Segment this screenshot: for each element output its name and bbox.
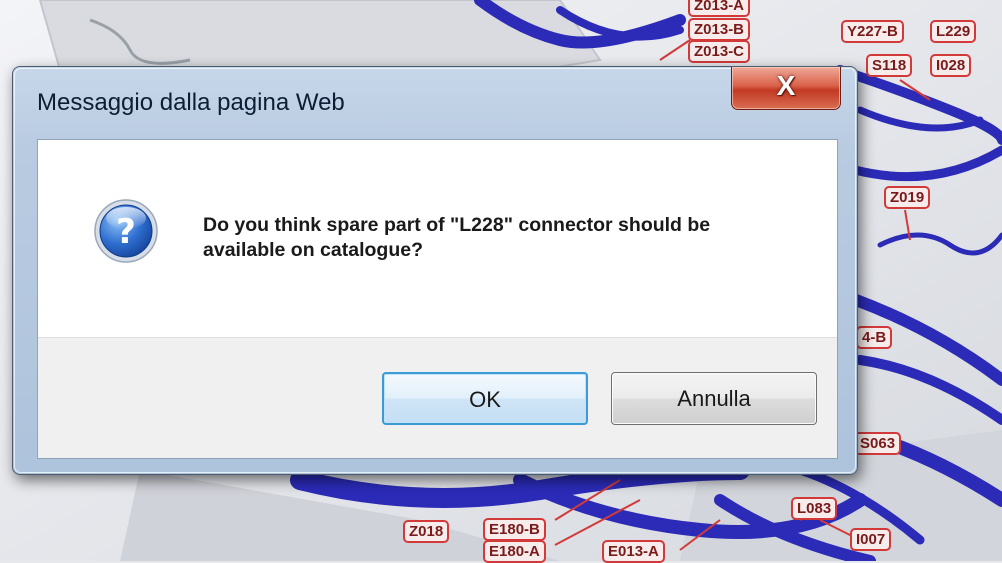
harness-label: Z018	[403, 520, 450, 543]
harness-label: E180-A	[483, 540, 546, 563]
harness-label: E013-A	[602, 540, 665, 563]
harness-label: S063	[854, 432, 902, 455]
svg-text:?: ?	[116, 212, 136, 252]
harness-label: Z013-B	[688, 18, 751, 41]
dialog-content: ? Do you think spare part of "L228" conn…	[38, 140, 837, 337]
harness-label: E180-B	[483, 518, 546, 541]
harness-label: L229	[930, 20, 977, 43]
question-icon: ?	[94, 199, 158, 263]
dialog-client-area: ? Do you think spare part of "L228" conn…	[37, 139, 838, 459]
dialog-title: Messaggio dalla pagina Web	[37, 89, 345, 116]
message-dialog: Messaggio dalla pagina Web X ? Do you th…	[12, 66, 858, 475]
message-line-2: available on catalogue?	[203, 239, 423, 261]
harness-label: Z019	[884, 186, 931, 209]
harness-label: Z013-C	[688, 40, 751, 63]
cancel-button[interactable]: Annulla	[611, 372, 817, 425]
ok-button[interactable]: OK	[382, 372, 588, 425]
dialog-button-bar: OK Annulla	[38, 337, 837, 458]
message-line-1: Do you think spare part of "L228" connec…	[203, 214, 711, 236]
close-button[interactable]: X	[731, 67, 841, 110]
harness-label: Z013-A	[688, 0, 751, 17]
harness-label: I028	[930, 54, 972, 77]
close-icon: X	[776, 70, 796, 101]
harness-label: S118	[866, 54, 913, 77]
harness-label: L083	[791, 497, 838, 520]
dialog-message: Do you think spare part of "L228" connec…	[203, 213, 710, 263]
harness-label: I007	[850, 528, 892, 551]
harness-label: Y227-B	[841, 20, 904, 43]
harness-label: 4-B	[856, 326, 893, 349]
